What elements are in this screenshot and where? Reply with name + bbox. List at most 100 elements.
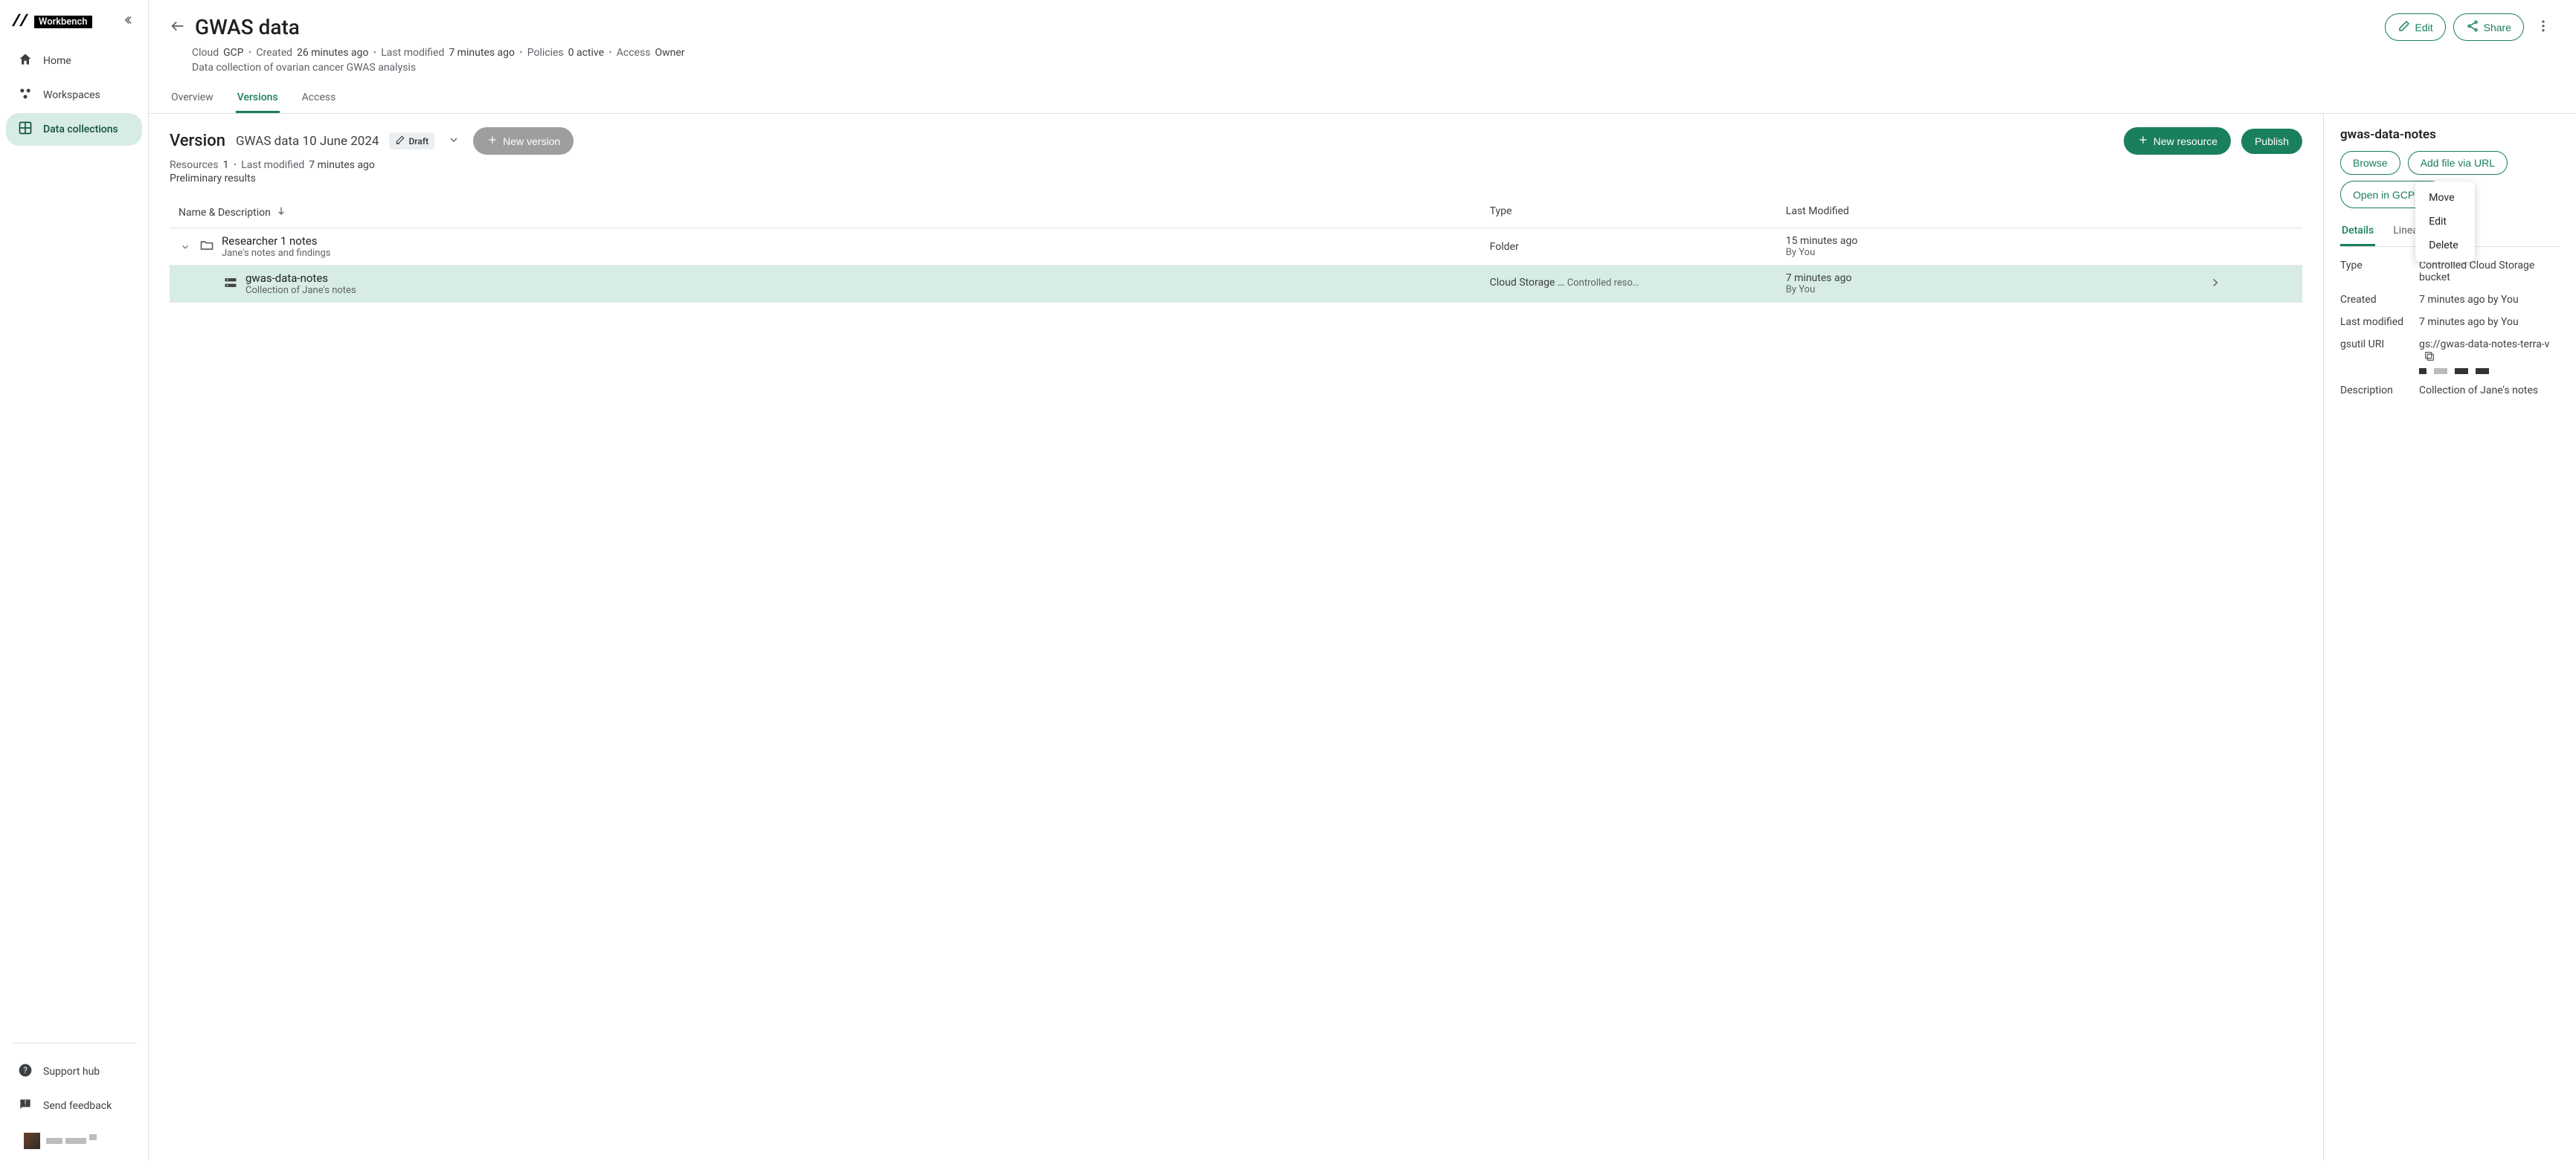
sidebar-item-data-collections[interactable]: Data collections (6, 113, 142, 146)
panel-title: gwas-data-notes (2340, 127, 2560, 142)
feedback-icon: ! (18, 1097, 33, 1115)
add-file-url-button[interactable]: Add file via URL (2408, 151, 2508, 175)
copy-uri-button[interactable] (2424, 353, 2435, 365)
row-description: Collection of Jane's notes (245, 285, 356, 296)
sidebar-item-label: Data collections (43, 123, 118, 135)
sidebar-item-home[interactable]: Home (6, 45, 142, 77)
user-chip[interactable] (12, 1124, 136, 1152)
sidebar-item-label: Workspaces (43, 89, 100, 101)
more-vert-icon (2536, 25, 2551, 36)
avatar (24, 1133, 40, 1149)
sidebar-bottom: ? Support hub ! Send feedback (12, 1043, 136, 1152)
more-button[interactable] (2531, 14, 2555, 40)
menu-item-move[interactable]: Move (2415, 186, 2475, 210)
logo-icon (12, 13, 28, 30)
collapse-sidebar-button[interactable] (123, 13, 136, 30)
menu-item-delete[interactable]: Delete (2415, 234, 2475, 257)
modified-label: Last modified (2340, 316, 2412, 328)
resources-count: 1 (223, 159, 229, 171)
svg-text:?: ? (23, 1065, 28, 1075)
created-label: Created (256, 47, 292, 59)
new-version-label: New version (503, 135, 560, 147)
sidebar-header: Workbench (0, 9, 148, 43)
type-value: Controlled Cloud Storage bucket (2419, 260, 2560, 283)
table-row[interactable]: Researcher 1 notes Jane's notes and find… (170, 228, 2302, 266)
plus-icon (2137, 134, 2149, 148)
version-header: Version GWAS data 10 June 2024 Draft New… (170, 127, 2302, 155)
row-open-button[interactable] (2209, 280, 2222, 292)
data-collections-icon (18, 120, 33, 138)
sidebar-item-support[interactable]: ? Support hub (6, 1055, 142, 1088)
row-name: gwas-data-notes (245, 271, 356, 285)
type-label: Type (2340, 260, 2412, 283)
workspaces-icon (18, 86, 33, 104)
expand-toggle[interactable] (179, 242, 192, 252)
table-header: Name & Description Type Last Modified (170, 198, 2302, 228)
col-modified[interactable]: Last Modified (1786, 205, 2209, 220)
collection-description: Data collection of ovarian cancer GWAS a… (149, 60, 2576, 84)
edit-icon (2397, 19, 2411, 35)
cloud-value: GCP (223, 47, 243, 59)
share-button[interactable]: Share (2453, 13, 2524, 41)
version-status-chip: Draft (389, 132, 434, 149)
modified-label: Last modified (381, 47, 444, 59)
uri-value: gs://gwas-data-notes-terra-v (2419, 338, 2549, 350)
resources-label: Resources (170, 159, 219, 171)
help-icon: ? (18, 1063, 33, 1081)
sidebar-item-label: Support hub (43, 1066, 100, 1078)
folder-icon (199, 238, 214, 256)
panel-more-menu: Move Edit Delete (2415, 181, 2475, 262)
publish-button[interactable]: Publish (2241, 129, 2302, 154)
panel-tab-details[interactable]: Details (2340, 217, 2375, 246)
version-status-label: Draft (408, 136, 428, 147)
tab-access[interactable]: Access (301, 84, 338, 113)
edit-button[interactable]: Edit (2385, 13, 2446, 41)
version-description: Preliminary results (170, 173, 2302, 184)
menu-item-edit[interactable]: Edit (2415, 210, 2475, 234)
created-label: Created (2340, 294, 2412, 306)
page-title: GWAS data (195, 15, 300, 39)
new-version-button: New version (473, 127, 574, 155)
col-type[interactable]: Type (1490, 205, 1786, 220)
kv-uri: gsutil URI gs://gwas-data-notes-terra-v (2340, 333, 2560, 379)
kv-description: Description Collection of Jane's notes (2340, 379, 2560, 402)
cloud-label: Cloud (192, 47, 219, 59)
edit-label: Edit (2415, 22, 2433, 33)
col-name[interactable]: Name & Description (179, 205, 1490, 220)
row-name: Researcher 1 notes (222, 234, 330, 248)
sidebar-item-label: Send feedback (43, 1100, 112, 1112)
policies-value: 0 active (568, 47, 604, 59)
sidebar: Workbench Home Workspaces Data collectio… (0, 0, 149, 1161)
row-modified-time: 15 minutes ago (1786, 235, 2209, 247)
sidebar-item-feedback[interactable]: ! Send feedback (6, 1090, 142, 1122)
col-name-label: Name & Description (179, 207, 271, 219)
modified-value: 7 minutes ago (449, 47, 515, 59)
new-resource-button[interactable]: New resource (2124, 127, 2231, 155)
tab-overview[interactable]: Overview (170, 84, 215, 113)
table-row[interactable]: gwas-data-notes Collection of Jane's not… (170, 266, 2302, 303)
access-label: Access (617, 47, 651, 59)
share-label: Share (2484, 22, 2511, 33)
access-value: Owner (655, 47, 684, 59)
policies-label: Policies (527, 47, 564, 59)
header-actions: Edit Share (2385, 13, 2555, 41)
header: GWAS data Edit Share (149, 0, 2576, 45)
row-modified-time: 7 minutes ago (1786, 272, 2209, 284)
meta-row: Cloud GCP • Created 26 minutes ago • Las… (149, 45, 2576, 60)
version-dropdown-button[interactable] (445, 131, 463, 152)
browse-button[interactable]: Browse (2340, 151, 2400, 175)
main: GWAS data Edit Share Cloud GCP • Created (149, 0, 2576, 1161)
kv-modified: Last modified 7 minutes ago by You (2340, 311, 2560, 333)
version-heading: Version (170, 132, 225, 150)
row-modified-by: By You (1786, 247, 2209, 258)
sidebar-nav: Home Workspaces Data collections (0, 43, 148, 1043)
share-icon (2466, 19, 2479, 35)
back-button[interactable] (170, 18, 186, 37)
sidebar-item-workspaces[interactable]: Workspaces (6, 79, 142, 112)
kv-created: Created 7 minutes ago by You (2340, 289, 2560, 311)
publish-label: Publish (2255, 135, 2289, 147)
resources-table: Name & Description Type Last Modified (170, 198, 2302, 303)
version-section: Version GWAS data 10 June 2024 Draft New… (149, 114, 2323, 1161)
tab-versions[interactable]: Versions (236, 84, 280, 113)
storage-icon (223, 275, 238, 293)
